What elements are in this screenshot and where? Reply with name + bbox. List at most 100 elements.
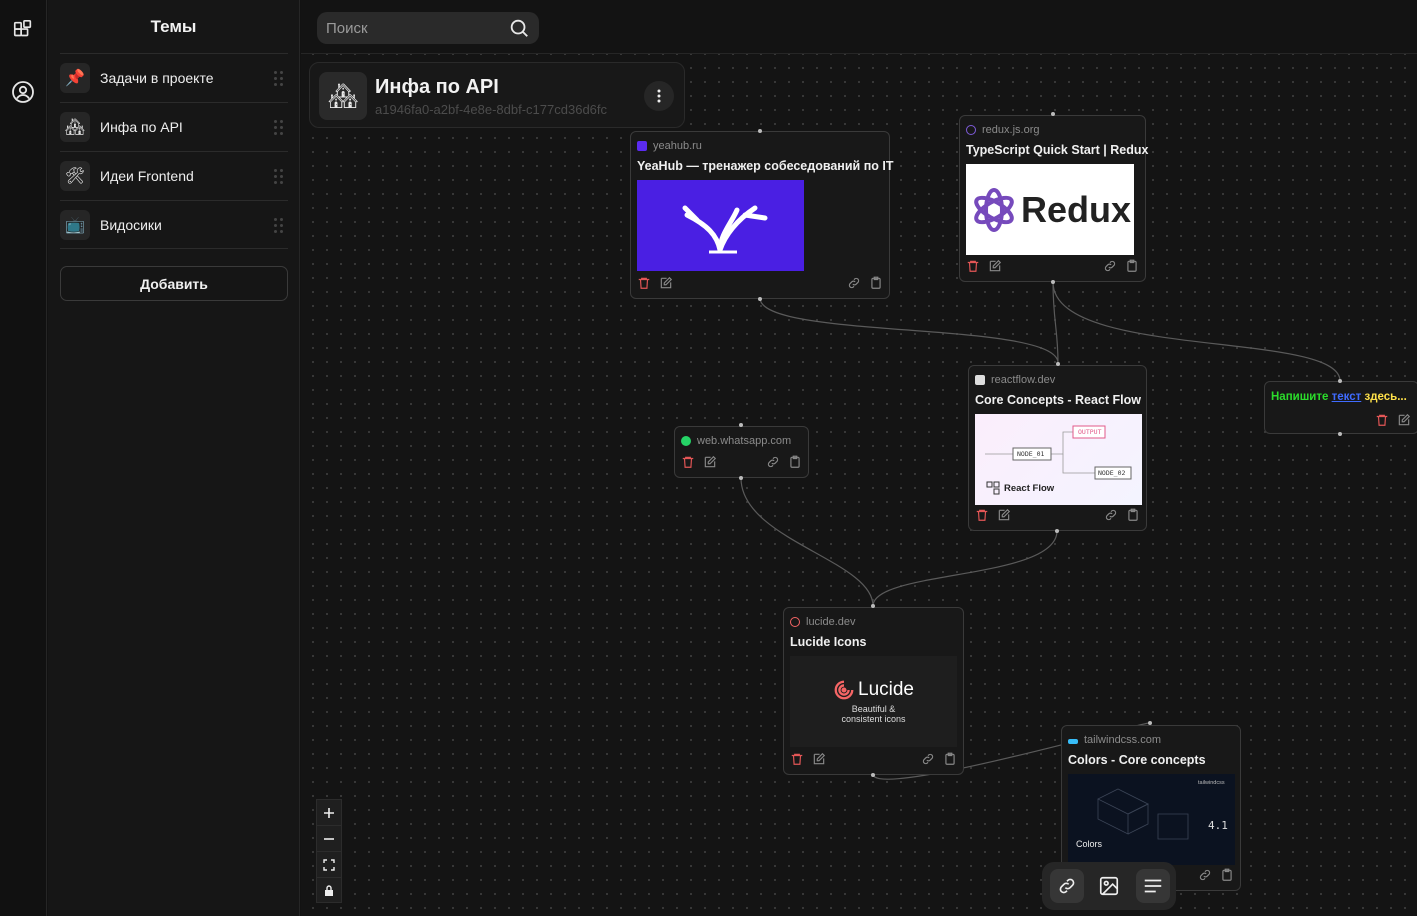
link-icon[interactable] <box>1198 868 1212 887</box>
add-image-button[interactable] <box>1092 869 1126 903</box>
node-domain: yeahub.ru <box>637 140 702 152</box>
node-handle[interactable] <box>758 297 762 301</box>
text-part-green: Напишите <box>1271 391 1332 403</box>
search-icon[interactable] <box>508 17 530 44</box>
search-input[interactable] <box>317 19 497 37</box>
more-options-button[interactable] <box>644 81 674 111</box>
copy-icon[interactable] <box>1126 508 1140 527</box>
output-label: OUTPUT <box>1078 428 1102 436</box>
node-handle[interactable] <box>1055 529 1059 533</box>
node-domain: web.whatsapp.com <box>681 435 791 447</box>
edit-icon[interactable] <box>703 455 717 474</box>
zoom-in-button[interactable] <box>317 800 341 826</box>
node-domain: lucide.dev <box>790 616 856 628</box>
node2-label: NODE_02 <box>1098 469 1126 477</box>
link-node-whatsapp[interactable]: web.whatsapp.com <box>674 426 809 478</box>
link-icon[interactable] <box>1104 508 1118 527</box>
node1-label: NODE_01 <box>1017 450 1045 458</box>
redux-favicon-icon <box>966 125 976 135</box>
node-title: TypeScript Quick Start | Redux <box>966 143 1149 157</box>
topic-emoji: 🏘 <box>319 72 367 120</box>
node-handle[interactable] <box>1338 379 1342 383</box>
edit-icon[interactable] <box>659 276 673 295</box>
node-handle[interactable] <box>1056 362 1060 366</box>
copy-icon[interactable] <box>1125 259 1139 278</box>
minus-icon <box>324 837 334 840</box>
zoom-out-button[interactable] <box>317 826 341 852</box>
tailwind-version: 4.1 <box>1208 819 1228 832</box>
yeahub-thumbnail <box>637 180 804 271</box>
flow-diagram-icon <box>985 425 1132 480</box>
redux-logo-text: Redux <box>1020 188 1132 230</box>
edit-icon[interactable] <box>812 752 826 771</box>
node-actions <box>637 276 883 292</box>
node-actions <box>966 259 1139 275</box>
node-handle[interactable] <box>739 476 743 480</box>
topic-info-card: 🏘 Инфа по API a1946fa0-a2bf-4e8e-8dbf-c1… <box>309 62 685 128</box>
trash-icon[interactable] <box>637 276 651 295</box>
node-handle[interactable] <box>1338 432 1342 436</box>
node-actions <box>681 455 802 471</box>
link-icon[interactable] <box>847 276 861 295</box>
copy-icon[interactable] <box>788 455 802 474</box>
node-handle[interactable] <box>1051 112 1055 116</box>
lock-button[interactable] <box>317 878 341 904</box>
node-domain: reactflow.dev <box>975 374 1055 386</box>
trash-icon[interactable] <box>790 752 804 771</box>
text-node[interactable]: Напишите текст здесь... <box>1264 381 1417 434</box>
node-handle[interactable] <box>739 423 743 427</box>
top-bar <box>301 0 1417 54</box>
tailwind-brand: tailwindcss <box>1198 780 1225 786</box>
edit-icon[interactable] <box>997 508 1011 527</box>
node-handle[interactable] <box>758 129 762 133</box>
redux-logo-icon <box>974 187 1014 232</box>
node-handle[interactable] <box>871 604 875 608</box>
add-node-dock <box>1042 862 1176 910</box>
node-actions <box>975 508 1140 524</box>
node-title: Colors - Core concepts <box>1068 753 1206 767</box>
link-node-yeahub[interactable]: yeahub.ru YeaHub — тренажер собеседовани… <box>630 131 894 299</box>
lucide-brand: Lucide <box>858 679 914 700</box>
link-icon[interactable] <box>1103 259 1117 278</box>
tailwind-favicon-icon <box>1068 739 1078 744</box>
copy-icon[interactable] <box>943 752 957 771</box>
trash-icon[interactable] <box>1375 413 1389 432</box>
fit-view-button[interactable] <box>317 852 341 878</box>
yeahub-favicon-icon <box>637 141 647 151</box>
node-handle[interactable] <box>871 773 875 777</box>
text-node-content[interactable]: Напишите текст здесь... <box>1271 391 1407 403</box>
link-icon[interactable] <box>921 752 935 771</box>
edit-icon[interactable] <box>1397 413 1411 432</box>
tailwind-thumb-title: Colors <box>1076 839 1103 849</box>
node-handle[interactable] <box>1051 280 1055 284</box>
zoom-controls <box>316 799 342 903</box>
reactflow-brand: React Flow <box>1004 483 1055 494</box>
link-icon[interactable] <box>766 455 780 474</box>
node-title: YeaHub — тренажер собеседований по IT <box>637 159 894 173</box>
node-actions <box>790 752 957 768</box>
trash-icon[interactable] <box>966 259 980 278</box>
node-handle[interactable] <box>1148 721 1152 725</box>
copy-icon[interactable] <box>869 276 883 295</box>
text-part-blue: текст <box>1331 391 1362 403</box>
add-text-button[interactable] <box>1136 869 1170 903</box>
link-node-reactflow[interactable]: reactflow.dev Core Concepts - React Flow… <box>968 365 1147 531</box>
tree-logo-icon <box>682 205 768 254</box>
link-node-redux[interactable]: redux.js.org TypeScript Quick Start | Re… <box>959 115 1149 282</box>
lucide-logo-icon <box>834 680 854 700</box>
node-title: Core Concepts - React Flow <box>975 393 1141 407</box>
lucide-tagline-1: Beautiful & <box>851 704 896 714</box>
node-domain: redux.js.org <box>966 124 1039 136</box>
add-link-button[interactable] <box>1050 869 1084 903</box>
lucide-thumbnail: Lucide Beautiful & consistent icons <box>790 656 957 747</box>
copy-icon[interactable] <box>1220 868 1234 887</box>
trash-icon[interactable] <box>681 455 695 474</box>
image-icon <box>1099 876 1119 896</box>
edge-whatsapp-lucide <box>740 477 874 607</box>
trash-icon[interactable] <box>975 508 989 527</box>
edit-icon[interactable] <box>988 259 1002 278</box>
edge-reactflow-lucide <box>872 530 1058 607</box>
link-node-lucide[interactable]: lucide.dev Lucide Icons Lucide Beautiful… <box>783 607 964 775</box>
topic-title: Инфа по API <box>375 76 499 98</box>
whatsapp-favicon-icon <box>681 436 691 446</box>
